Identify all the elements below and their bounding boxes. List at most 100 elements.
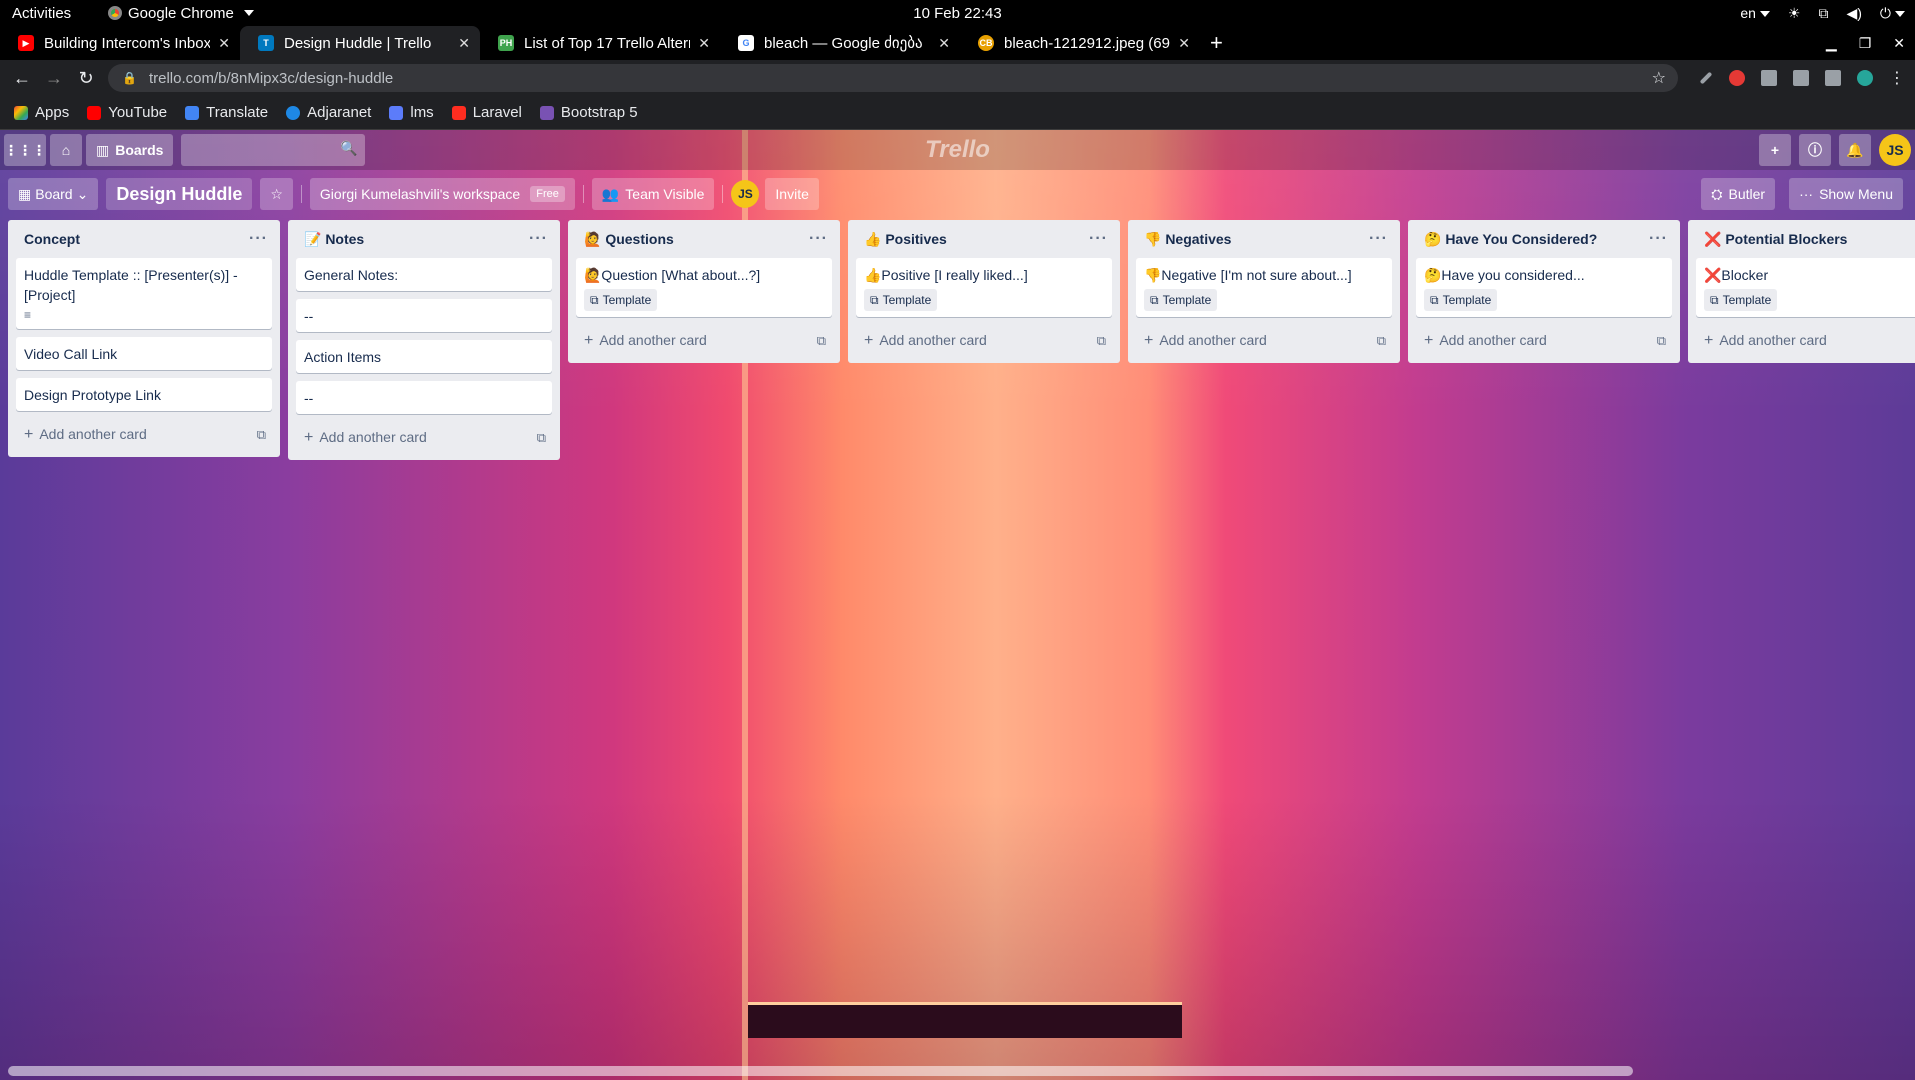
create-from-template-icon[interactable]: ⧉ bbox=[1377, 333, 1386, 349]
card[interactable]: Video Call Link bbox=[16, 337, 272, 370]
create-from-template-icon[interactable]: ⧉ bbox=[537, 430, 546, 446]
boards-button[interactable]: ▥ Boards bbox=[86, 134, 174, 166]
horizontal-scrollbar[interactable] bbox=[8, 1066, 1633, 1076]
list-positives[interactable]: 👍 Positives ··· 👍Positive [I really liked… bbox=[848, 220, 1120, 363]
reading-list-icon[interactable] bbox=[1825, 70, 1841, 86]
list-header[interactable]: ❌ Potential Blockers··· bbox=[1696, 220, 1915, 258]
bookmark-star-icon[interactable]: ☆ bbox=[1652, 68, 1666, 88]
card[interactable]: -- bbox=[296, 381, 552, 414]
extensions-puzzle-icon[interactable] bbox=[1793, 70, 1809, 86]
activities-button[interactable]: Activities bbox=[0, 5, 96, 22]
bookmark-apps[interactable]: Apps bbox=[14, 104, 69, 121]
create-from-template-icon[interactable]: ⧉ bbox=[1657, 333, 1666, 349]
list-potential-blockers[interactable]: ❌ Potential Blockers··· ❌Blocker ⧉Templat… bbox=[1688, 220, 1915, 363]
list-title[interactable]: 🤔 Have You Considered? bbox=[1424, 231, 1597, 248]
add-card-button[interactable]: +Add another card⧉ bbox=[1136, 325, 1392, 357]
avatar[interactable]: JS bbox=[1879, 134, 1911, 166]
close-icon[interactable]: ✕ bbox=[218, 35, 230, 52]
list-header[interactable]: 📝 Notes ··· bbox=[296, 220, 552, 258]
network-icon[interactable]: ⧉ bbox=[1818, 5, 1828, 22]
kebab-menu-icon[interactable]: ⋮ bbox=[1889, 68, 1905, 88]
list-questions[interactable]: 🙋 Questions ··· 🙋Question [What about...?… bbox=[568, 220, 840, 363]
create-icon[interactable]: + bbox=[1759, 134, 1791, 166]
bookmark-lms[interactable]: lms bbox=[389, 104, 434, 121]
list-notes[interactable]: 📝 Notes ··· General Notes: -- Action Item… bbox=[288, 220, 560, 460]
bookmark-adjaranet[interactable]: Adjaranet bbox=[286, 104, 371, 121]
address-bar[interactable]: 🔒 trello.com/b/8nMipx3c/design-huddle ☆ bbox=[108, 64, 1678, 92]
pen-extension-icon[interactable] bbox=[1699, 71, 1713, 85]
list-menu-icon[interactable]: ··· bbox=[529, 230, 548, 248]
card[interactable]: General Notes: bbox=[296, 258, 552, 291]
card[interactable]: Design Prototype Link bbox=[16, 378, 272, 411]
add-card-button[interactable]: +Add another card⧉ bbox=[1696, 325, 1915, 357]
card[interactable]: 👍Positive [I really liked...] ⧉ Template bbox=[856, 258, 1112, 317]
ublock-extension-icon[interactable] bbox=[1729, 70, 1745, 86]
list-title[interactable]: 👎 Negatives bbox=[1144, 231, 1231, 248]
back-icon[interactable]: ← bbox=[6, 68, 38, 89]
minimize-icon[interactable]: ▁ bbox=[1826, 35, 1837, 52]
list-header[interactable]: 🤔 Have You Considered? ··· bbox=[1416, 220, 1672, 258]
list-title[interactable]: 🙋 Questions bbox=[584, 231, 674, 248]
card[interactable]: 🙋Question [What about...?] ⧉ Template bbox=[576, 258, 832, 317]
create-from-template-icon[interactable]: ⧉ bbox=[257, 427, 266, 443]
add-card-button[interactable]: +Add another card⧉ bbox=[1416, 325, 1672, 357]
create-from-template-icon[interactable]: ⧉ bbox=[1097, 333, 1106, 349]
add-card-button[interactable]: +Add another card⧉ bbox=[576, 325, 832, 357]
add-card-button[interactable]: +Add another card⧉ bbox=[16, 419, 272, 451]
visibility-button[interactable]: 👥 Team Visible bbox=[591, 178, 715, 210]
browser-tab[interactable]: CB bleach-1212912.jpeg (690 ✕ bbox=[960, 26, 1200, 60]
card[interactable]: 🤔Have you considered... ⧉ Template bbox=[1416, 258, 1672, 317]
lock-icon[interactable]: 🔒 bbox=[122, 71, 137, 85]
info-icon[interactable]: ⓘ bbox=[1799, 134, 1831, 166]
list-concept[interactable]: Concept ··· Huddle Template :: [Presenter… bbox=[8, 220, 280, 457]
card[interactable]: ❌Blocker ⧉ Template bbox=[1696, 258, 1915, 317]
invite-button[interactable]: Invite bbox=[765, 178, 819, 210]
app-menu[interactable]: Google Chrome bbox=[108, 5, 254, 22]
close-icon[interactable]: ✕ bbox=[1178, 35, 1190, 52]
browser-tab[interactable]: PH List of Top 17 Trello Altern ✕ bbox=[480, 26, 720, 60]
list-menu-icon[interactable]: ··· bbox=[249, 230, 268, 248]
card[interactable]: 👎Negative [I'm not sure about...] ⧉ Templa… bbox=[1136, 258, 1392, 317]
butler-button[interactable]: ⛭ Butler bbox=[1701, 178, 1776, 210]
card[interactable]: Action Items bbox=[296, 340, 552, 373]
close-window-icon[interactable]: ✕ bbox=[1893, 35, 1905, 52]
bookmark-bootstrap[interactable]: Bootstrap 5 bbox=[539, 104, 638, 121]
list-title[interactable]: ❌ Potential Blockers bbox=[1704, 231, 1847, 248]
add-card-button[interactable]: +Add another card⧉ bbox=[856, 325, 1112, 357]
board-title[interactable]: Design Huddle bbox=[106, 178, 253, 210]
star-board-button[interactable]: ☆ bbox=[260, 178, 293, 210]
workspace-button[interactable]: Giorgi Kumelashvili's workspace Free bbox=[309, 178, 575, 210]
close-icon[interactable]: ✕ bbox=[698, 35, 710, 52]
clock[interactable]: 10 Feb 22:43 bbox=[0, 5, 1915, 22]
search-input[interactable]: 🔍 bbox=[181, 134, 366, 166]
browser-tab[interactable]: ▶ Building Intercom's Inbox ✕ bbox=[0, 26, 240, 60]
list-title[interactable]: Concept bbox=[24, 231, 80, 247]
list-negatives[interactable]: 👎 Negatives ··· 👎Negative [I'm not sure a… bbox=[1128, 220, 1400, 363]
card[interactable]: -- bbox=[296, 299, 552, 332]
list-title[interactable]: 📝 Notes bbox=[304, 231, 364, 248]
list-menu-icon[interactable]: ··· bbox=[1089, 230, 1108, 248]
list-header[interactable]: 👍 Positives ··· bbox=[856, 220, 1112, 258]
bookmark-laravel[interactable]: Laravel bbox=[451, 104, 522, 121]
list-header[interactable]: 👎 Negatives ··· bbox=[1136, 220, 1392, 258]
home-icon[interactable]: ⌂ bbox=[50, 134, 82, 166]
browser-tab-active[interactable]: T Design Huddle | Trello ✕ bbox=[240, 26, 480, 60]
close-icon[interactable]: ✕ bbox=[938, 35, 950, 52]
bookmark-translate[interactable]: Translate bbox=[185, 104, 268, 121]
bookmark-youtube[interactable]: YouTube bbox=[87, 104, 167, 121]
notifications-bell-icon[interactable]: 🔔 bbox=[1839, 134, 1871, 166]
show-menu-button[interactable]: ··· Show Menu bbox=[1789, 178, 1903, 210]
list-header[interactable]: 🙋 Questions ··· bbox=[576, 220, 832, 258]
language-indicator[interactable]: en bbox=[1740, 5, 1770, 21]
board-view-switcher[interactable]: ▦ Board ⌄ bbox=[8, 178, 99, 210]
list-menu-icon[interactable]: ··· bbox=[1649, 230, 1668, 248]
vue-extension-icon[interactable] bbox=[1761, 70, 1777, 86]
list-title[interactable]: 👍 Positives bbox=[864, 231, 947, 248]
forward-icon[interactable]: → bbox=[38, 68, 70, 89]
list-menu-icon[interactable]: ··· bbox=[809, 230, 828, 248]
create-from-template-icon[interactable]: ⧉ bbox=[817, 333, 826, 349]
list-have-you-considered[interactable]: 🤔 Have You Considered? ··· 🤔Have you cons… bbox=[1408, 220, 1680, 363]
new-tab-icon[interactable]: + bbox=[1210, 30, 1223, 56]
profile-avatar-icon[interactable] bbox=[1857, 70, 1873, 86]
close-icon[interactable]: ✕ bbox=[458, 35, 470, 52]
